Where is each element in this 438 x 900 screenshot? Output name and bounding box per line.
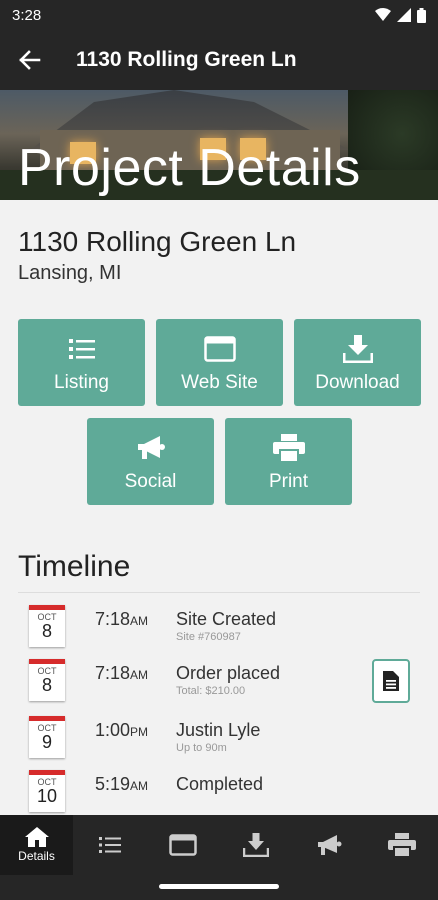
timeline-time: 5:19AM [95, 774, 149, 794]
property-address: 1130 Rolling Green Ln [18, 226, 297, 257]
timeline-item: OCT 8 7:18AM Order placed Total: $210.00 [0, 659, 438, 714]
battery-icon [417, 7, 426, 23]
timeline-item: OCT 9 1:00PM Justin Lyle Up to 90m [0, 716, 438, 771]
timeline-item: OCT 8 7:18AM Site Created Site #760987 [0, 605, 438, 660]
printer-icon [387, 833, 416, 857]
nav-details[interactable]: Details [0, 815, 73, 875]
download-button[interactable]: Download [294, 319, 421, 406]
browser-window-icon [203, 332, 237, 366]
print-button[interactable]: Print [225, 418, 352, 505]
wifi-icon [375, 8, 391, 21]
web-site-label: Web Site [181, 371, 258, 393]
print-label: Print [268, 470, 309, 492]
nav-download[interactable] [219, 815, 292, 875]
nav-listing[interactable] [73, 815, 146, 875]
timeline-time: 7:18AM [95, 609, 149, 629]
timeline-event-detail: Up to 90m [176, 742, 227, 754]
web-site-button[interactable]: Web Site [156, 319, 283, 406]
timeline-event-detail: Total: $210.00 [176, 685, 246, 697]
hero-banner: Project Details [0, 90, 438, 200]
download-label: Download [315, 371, 400, 393]
back-button[interactable] [0, 30, 60, 90]
megaphone-icon [134, 431, 168, 465]
arrow-left-icon [19, 50, 41, 70]
timeline-event-title: Completed [176, 774, 264, 794]
listing-button[interactable]: Listing [18, 319, 145, 406]
nav-web-site[interactable] [146, 815, 219, 875]
nav-print[interactable] [365, 815, 438, 875]
list-icon [98, 837, 121, 853]
nav-social[interactable] [292, 815, 365, 875]
hero-title: Project Details [18, 139, 361, 197]
app-bar-title: 1130 Rolling Green Ln [76, 48, 297, 71]
home-icon [24, 827, 49, 847]
listing-label: Listing [54, 371, 109, 393]
megaphone-icon [317, 835, 341, 855]
bottom-nav: Details [0, 815, 438, 875]
document-icon [383, 671, 399, 691]
calendar-date-icon: OCT 8 [29, 659, 65, 701]
calendar-day: 8 [41, 621, 52, 641]
download-icon [341, 332, 375, 366]
timeline-divider [18, 592, 420, 593]
status-icons [375, 7, 426, 23]
timeline-event-title: Order placed [176, 663, 281, 683]
timeline-time: 1:00PM [95, 720, 149, 740]
home-gesture-bar[interactable] [159, 884, 279, 889]
property-city: Lansing, MI [18, 262, 122, 284]
calendar-day: 10 [36, 786, 58, 806]
calendar-day: 9 [41, 732, 52, 752]
app-bar: 1130 Rolling Green Ln [0, 30, 438, 90]
timeline-time: 7:18AM [95, 663, 149, 683]
nav-details-label: Details [18, 849, 55, 863]
calendar-date-icon: OCT 9 [29, 716, 65, 758]
calendar-date-icon: OCT 8 [29, 605, 65, 647]
signal-icon [397, 8, 411, 22]
timeline-event-title: Justin Lyle [176, 720, 261, 740]
timeline-event-title: Site Created [176, 609, 277, 629]
browser-window-icon [168, 834, 197, 856]
download-icon [242, 833, 269, 857]
status-bar: 3:28 [0, 0, 438, 30]
timeline-event-detail: Site #760987 [176, 631, 241, 643]
calendar-day: 8 [41, 675, 52, 695]
printer-icon [272, 431, 306, 465]
list-icon [65, 332, 99, 366]
social-button[interactable]: Social [87, 418, 214, 505]
social-label: Social [124, 470, 177, 492]
status-time: 3:28 [12, 6, 42, 24]
calendar-date-icon: OCT 10 [29, 770, 65, 812]
view-order-document-button[interactable] [372, 659, 410, 703]
timeline-heading: Timeline [18, 550, 131, 583]
